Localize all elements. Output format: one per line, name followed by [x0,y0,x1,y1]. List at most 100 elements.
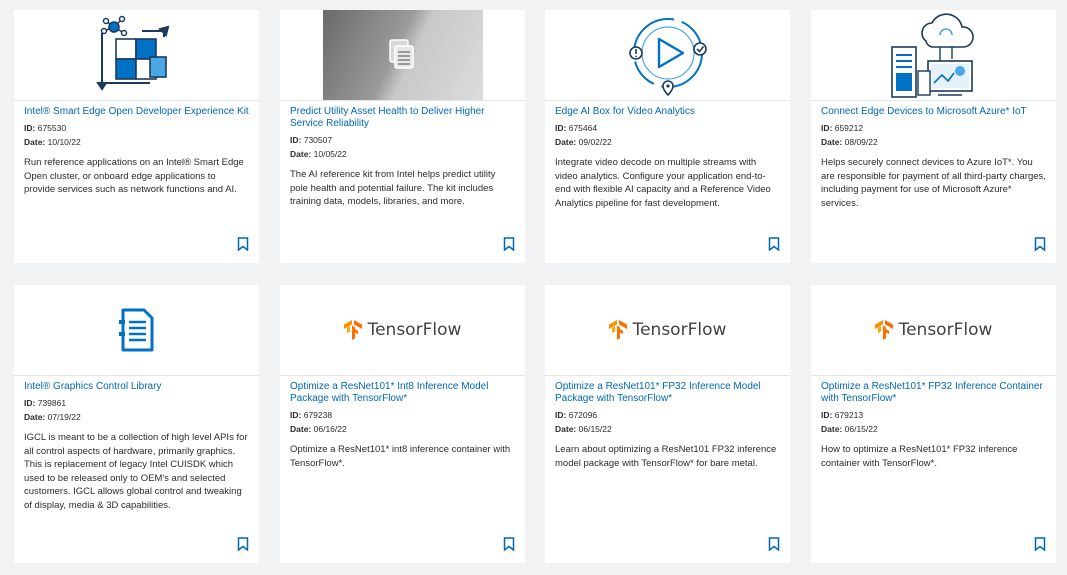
id-value: 739861 [37,398,67,408]
card: Edge AI Box for Video Analytics ID: 6754… [545,10,790,263]
card-media [14,10,259,101]
card-body: Predict Utility Asset Health to Deliver … [290,106,515,209]
card-title-link[interactable]: Intel® Smart Edge Open Developer Experie… [24,106,249,118]
id-value: 675530 [37,123,67,133]
card-date: Date: 10/10/22 [24,137,249,148]
date-value: 06/16/22 [313,424,347,434]
id-value: 679213 [834,410,864,420]
date-value: 07/19/22 [47,412,81,422]
date-label: Date: [555,424,577,434]
card-description: IGCL is meant to be a collection of high… [24,432,248,511]
date-label: Date: [821,424,843,434]
card-date: Date: 06/15/22 [821,424,1046,435]
card-title-link[interactable]: Optimize a ResNet101* FP32 Inference Con… [821,381,1046,405]
card-id: ID: 679213 [821,410,1046,421]
tensorflow-wordmark: TensorFlow [367,320,462,340]
card-id: ID: 659212 [821,123,1046,134]
card: TensorFlow Optimize a ResNet101* FP32 In… [545,285,790,563]
tensorflow-icon [343,320,362,340]
tensorflow-logo: TensorFlow [874,320,993,340]
documents-icon [388,39,414,69]
date-value: 10/10/22 [47,137,81,147]
card-media [811,10,1056,101]
card: Predict Utility Asset Health to Deliver … [280,10,525,263]
date-label: Date: [290,149,312,159]
card: Intel® Graphics Control Library ID: 7398… [14,285,259,563]
document-list-icon [118,308,153,352]
date-label: Date: [555,137,577,147]
id-value: 730507 [303,135,333,145]
card-media [14,285,259,376]
id-label: ID: [290,410,302,420]
card-description: Optimize a ResNet101* int8 inference con… [290,444,511,469]
id-value: 675464 [568,123,598,133]
card-description: The AI reference kit from Intel helps pr… [290,169,496,207]
id-label: ID: [290,135,302,145]
card-title-link[interactable]: Intel® Graphics Control Library [24,381,249,393]
card-media: TensorFlow [545,285,790,376]
card-date: Date: 06/15/22 [555,424,780,435]
card-body: Optimize a ResNet101* FP32 Inference Con… [821,381,1046,470]
card-id: ID: 739861 [24,398,249,409]
bookmark-icon[interactable] [237,537,249,551]
cloud-devices-icon [890,13,974,98]
bookmark-icon[interactable] [237,237,249,251]
card-date: Date: 08/09/22 [821,137,1046,148]
card-description: How to optimize a ResNet101* FP32 infere… [821,444,1018,469]
id-value: 672096 [568,410,598,420]
date-label: Date: [821,137,843,147]
card-body: Optimize a ResNet101* Int8 Inference Mod… [290,381,515,470]
card-date: Date: 10/05/22 [290,149,515,160]
date-label: Date: [24,137,46,147]
bookmark-icon[interactable] [503,237,515,251]
tensorflow-wordmark: TensorFlow [632,320,727,340]
date-label: Date: [290,424,312,434]
card-title-link[interactable]: Edge AI Box for Video Analytics [555,106,780,118]
tensorflow-logo: TensorFlow [608,320,727,340]
card-body: Edge AI Box for Video Analytics ID: 6754… [555,106,780,210]
tensorflow-logo: TensorFlow [343,320,462,340]
card-id: ID: 679238 [290,410,515,421]
card: TensorFlow Optimize a ResNet101* FP32 In… [811,285,1056,563]
card-date: Date: 06/16/22 [290,424,515,435]
card-id: ID: 675464 [555,123,780,134]
card-id: ID: 675530 [24,123,249,134]
card-body: Connect Edge Devices to Microsoft Azure*… [821,106,1046,210]
date-label: Date: [24,412,46,422]
card-description: Integrate video decode on multiple strea… [555,157,771,209]
id-label: ID: [24,123,36,133]
tensorflow-wordmark: TensorFlow [898,320,993,340]
id-label: ID: [821,123,833,133]
video-play-icon [628,18,707,97]
puzzle-network-icon [95,15,169,91]
bookmark-icon[interactable] [1034,537,1046,551]
bookmark-icon[interactable] [1034,237,1046,251]
card-title-link[interactable]: Connect Edge Devices to Microsoft Azure*… [821,106,1046,118]
card: Connect Edge Devices to Microsoft Azure*… [811,10,1056,263]
id-label: ID: [555,123,567,133]
card-description: Helps securely connect devices to Azure … [821,157,1046,209]
bookmark-icon[interactable] [768,237,780,251]
bookmark-icon[interactable] [768,537,780,551]
card-body: Optimize a ResNet101* FP32 Inference Mod… [555,381,780,470]
card-thumbnail [322,10,483,100]
card-title-link[interactable]: Predict Utility Asset Health to Deliver … [290,106,515,130]
id-value: 659212 [834,123,864,133]
tensorflow-icon [608,320,627,340]
id-value: 679238 [303,410,333,420]
date-value: 06/15/22 [578,424,612,434]
card-title-link[interactable]: Optimize a ResNet101* Int8 Inference Mod… [290,381,515,405]
card-title-link[interactable]: Optimize a ResNet101* FP32 Inference Mod… [555,381,780,405]
date-value: 09/02/22 [578,137,612,147]
card: Intel® Smart Edge Open Developer Experie… [14,10,259,263]
card-body: Intel® Smart Edge Open Developer Experie… [24,106,249,197]
card-grid: Intel® Smart Edge Open Developer Experie… [0,0,1067,575]
card-media: TensorFlow [280,285,525,376]
id-label: ID: [24,398,36,408]
bookmark-icon[interactable] [503,537,515,551]
card-date: Date: 07/19/22 [24,412,249,423]
card: TensorFlow Optimize a ResNet101* Int8 In… [280,285,525,563]
card-id: ID: 730507 [290,135,515,146]
card-description: Run reference applications on an Intel® … [24,157,244,195]
card-media [280,10,525,101]
